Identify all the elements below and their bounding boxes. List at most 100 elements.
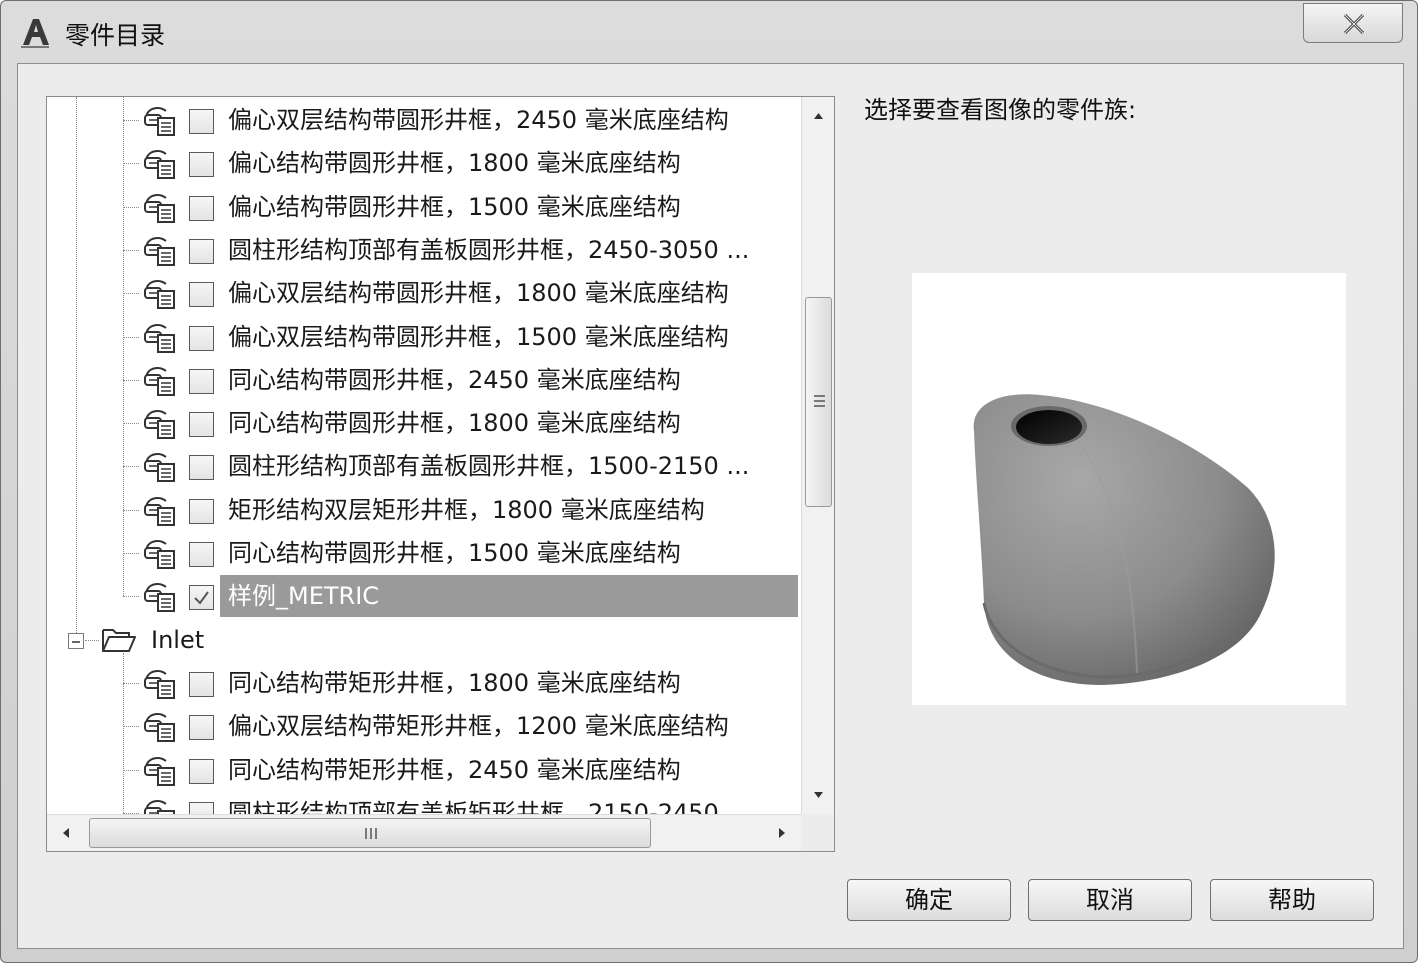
tree-item[interactable]: 圆柱形结构顶部有盖板圆形井框，2450-3050 ... (47, 229, 801, 272)
item-checkbox[interactable] (189, 715, 214, 741)
arrow-right-icon (779, 828, 785, 838)
tree-item-label: 同心结构带矩形井框，1800 毫米底座结构 (228, 668, 681, 697)
item-checkbox[interactable] (189, 109, 214, 134)
item-checkbox[interactable] (189, 671, 214, 697)
tree-item[interactable]: 偏心双层结构带矩形井框，1200 毫米底座结构 (47, 705, 801, 748)
scroll-right-button[interactable] (763, 815, 801, 851)
tree-item-label: 圆柱形结构顶部有盖板圆形井框，2450-3050 ... (228, 235, 750, 264)
autocad-app-icon (21, 19, 49, 48)
tree-item-label: 同心结构带圆形井框，1500 毫米底座结构 (228, 539, 681, 567)
window-title: 零件目录 (65, 21, 166, 50)
tree-item-label-area: 偏心结构带圆形井框，1800 毫米底座结构 (220, 142, 681, 184)
tree-item-label: 同心结构带圆形井框，2450 毫米底座结构 (228, 365, 681, 394)
tree-item-label: 圆柱形结构顶部有盖板圆形井框，1500-2150 ... (228, 452, 750, 481)
open-folder-icon (101, 625, 137, 655)
tree-item-label-area: 圆柱形结构顶部有盖板矩形井框，2150-2450 ... (220, 792, 749, 814)
tree-item[interactable]: 样例_METRIC (47, 575, 801, 618)
part-family-icon (142, 322, 176, 354)
tree-item[interactable]: 同心结构带圆形井框，2450 毫米底座结构 (47, 359, 801, 402)
tree-item-label: 矩形结构双层矩形井框，1800 毫米底座结构 (228, 495, 705, 524)
part-family-icon (142, 668, 176, 700)
item-checkbox[interactable] (189, 195, 214, 221)
item-checkbox[interactable] (189, 801, 214, 814)
item-checkbox[interactable] (189, 325, 214, 351)
cancel-button[interactable]: 取消 (1028, 879, 1192, 921)
tree-item-label: 偏心双层结构带圆形井框，1500 毫米底座结构 (228, 322, 729, 351)
tree-item[interactable]: 偏心双层结构带圆形井框，2450 毫米底座结构 (47, 99, 801, 142)
tree-item-label: 偏心结构带圆形井框，1500 毫米底座结构 (228, 192, 681, 221)
vertical-scrollbar[interactable] (801, 97, 834, 814)
tree-item[interactable]: 同心结构带矩形井框，2450 毫米底座结构 (47, 749, 801, 792)
part-family-icon (142, 755, 176, 787)
tree-item-label-area: 矩形结构双层矩形井框，1800 毫米底座结构 (220, 489, 705, 531)
tree-item[interactable]: 圆柱形结构顶部有盖板矩形井框，2150-2450 ... (47, 792, 801, 814)
tree-item[interactable]: 矩形结构双层矩形井框，1800 毫米底座结构 (47, 489, 801, 532)
tree-item[interactable]: 偏心结构带圆形井框，1500 毫米底座结构 (47, 186, 801, 229)
part-family-icon (142, 798, 176, 814)
item-checkbox[interactable] (189, 282, 214, 308)
item-checkbox[interactable] (189, 238, 214, 264)
part-family-icon (142, 408, 176, 440)
checkmark-icon (194, 591, 209, 605)
tree-item[interactable]: 同心结构带圆形井框，1800 毫米底座结构 (47, 402, 801, 445)
close-button[interactable] (1303, 3, 1403, 43)
part-family-icon (142, 451, 176, 483)
item-checkbox[interactable] (189, 368, 214, 394)
part-tree[interactable]: 偏心双层结构带圆形井框，2450 毫米底座结构 偏心结构带圆形井框，1800 毫米… (47, 97, 801, 814)
tree-item[interactable]: 同心结构带圆形井框，1500 毫米底座结构 (47, 532, 801, 575)
item-checkbox[interactable] (189, 542, 214, 567)
tree-item-label-area: 偏心双层结构带矩形井框，1200 毫米底座结构 (220, 705, 729, 747)
tree-item-label-area: 偏心双层结构带圆形井框，1800 毫米底座结构 (220, 272, 729, 314)
part-catalog-dialog: 零件目录 偏心双层结构带圆形井框，2450 毫米底座结构 偏心结构带圆形井框，18… (0, 0, 1418, 963)
horizontal-scroll-thumb[interactable] (89, 818, 651, 848)
tree-folder-inlet[interactable]: Inlet (47, 619, 801, 662)
title-bar[interactable]: 零件目录 (1, 1, 1417, 63)
tree-item-label: 偏心双层结构带圆形井框，1800 毫米底座结构 (228, 279, 729, 308)
item-checkbox[interactable] (189, 498, 214, 524)
part-family-icon (142, 495, 176, 527)
tree-item[interactable]: 同心结构带矩形井框，1800 毫米底座结构 (47, 662, 801, 705)
tree-item-label: 样例_METRIC (228, 582, 380, 611)
close-icon (1343, 13, 1365, 35)
scroll-up-button[interactable] (802, 97, 834, 135)
tree-item[interactable]: 偏心双层结构带圆形井框，1800 毫米底座结构 (47, 272, 801, 315)
tree-item[interactable]: 偏心双层结构带圆形井框，1500 毫米底座结构 (47, 316, 801, 359)
arrow-left-icon (63, 828, 69, 838)
part-family-icon (142, 365, 176, 397)
tree-item-label-area: 圆柱形结构顶部有盖板圆形井框，1500-2150 ... (220, 445, 749, 487)
tree-item-label-area: 圆柱形结构顶部有盖板圆形井框，2450-3050 ... (220, 229, 749, 271)
part-tree-panel: 偏心双层结构带圆形井框，2450 毫米底座结构 偏心结构带圆形井框，1800 毫米… (46, 96, 835, 852)
grip-icon (365, 828, 377, 839)
structure-3d-preview (973, 394, 1275, 685)
tree-folder-label-area: Inlet (143, 619, 204, 661)
tree-folder-label: Inlet (151, 625, 205, 654)
vertical-scroll-thumb[interactable] (805, 297, 832, 507)
tree-item-label: 圆柱形结构顶部有盖板矩形井框，2150-2450 ... (228, 798, 750, 814)
tree-item-label-area: 偏心双层结构带圆形井框，1500 毫米底座结构 (220, 316, 729, 358)
item-checkbox[interactable] (189, 152, 214, 178)
grip-icon (814, 395, 825, 407)
tree-item[interactable]: 圆柱形结构顶部有盖板圆形井框，1500-2150 ... (47, 445, 801, 488)
item-checkbox[interactable] (189, 412, 214, 438)
tree-item-label-area: 偏心双层结构带圆形井框，2450 毫米底座结构 (220, 99, 729, 141)
scrollbar-corner (801, 814, 834, 851)
tree-item-label-area: 样例_METRIC (220, 575, 798, 618)
part-family-icon (142, 538, 176, 570)
item-checkbox[interactable] (189, 758, 214, 784)
scroll-left-button[interactable] (47, 815, 85, 851)
ok-button[interactable]: 确定 (847, 879, 1011, 921)
dialog-body: 偏心双层结构带圆形井框，2450 毫米底座结构 偏心结构带圆形井框，1800 毫米… (17, 63, 1404, 949)
help-button[interactable]: 帮助 (1210, 879, 1374, 921)
item-checkbox[interactable] (189, 455, 214, 481)
item-checkbox[interactable] (189, 585, 214, 611)
part-family-icon (142, 278, 176, 310)
tree-item-label: 同心结构带矩形井框，2450 毫米底座结构 (228, 755, 681, 784)
arrow-up-icon (814, 113, 823, 119)
horizontal-scrollbar[interactable] (47, 814, 801, 851)
scroll-down-button[interactable] (802, 776, 834, 814)
tree-item-label: 同心结构带圆形井框，1800 毫米底座结构 (228, 409, 681, 438)
tree-item[interactable]: 偏心结构带圆形井框，1800 毫米底座结构 (47, 142, 801, 185)
part-family-icon (142, 148, 176, 180)
collapse-icon[interactable] (68, 632, 84, 649)
tree-item-label-area: 同心结构带矩形井框，1800 毫米底座结构 (220, 662, 681, 704)
